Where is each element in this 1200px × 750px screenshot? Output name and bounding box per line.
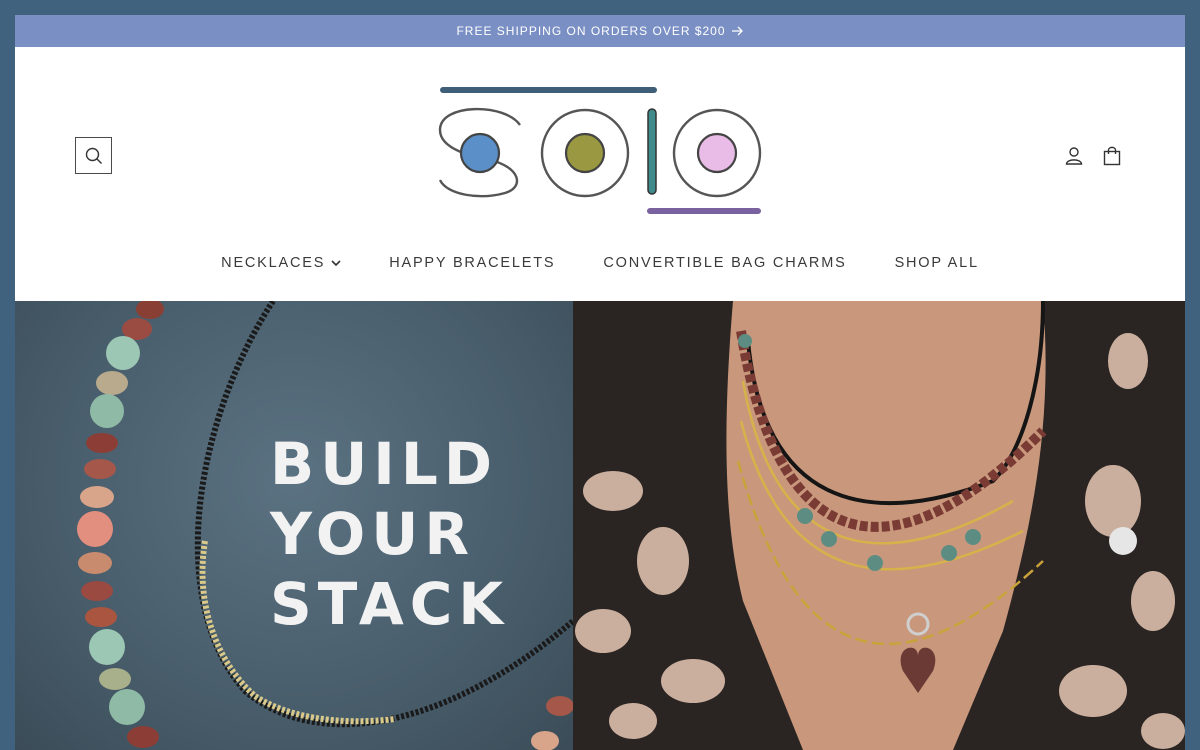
nav-item-label: NECKLACES	[221, 255, 326, 271]
cart-button[interactable]	[1101, 145, 1123, 167]
announcement-link[interactable]: FREE SHIPPING ON ORDERS OVER $200	[456, 24, 743, 38]
nav-item-convertible-bag-charms[interactable]: CONVERTIBLE BAG CHARMS	[579, 255, 870, 271]
bag-icon	[1103, 146, 1121, 166]
solo-logo	[438, 87, 762, 214]
site-header: NECKLACES HAPPY BRACELETS CONVERTIBLE BA…	[15, 47, 1185, 301]
nav-item-happy-bracelets[interactable]: HAPPY BRACELETS	[365, 255, 579, 271]
chevron-down-icon	[331, 259, 341, 266]
nav-item-label: HAPPY BRACELETS	[389, 255, 556, 271]
hero-banner[interactable]: BUILD YOUR STACK	[15, 301, 1185, 750]
site-logo[interactable]	[435, 85, 765, 225]
nav-item-shop-all[interactable]: SHOP ALL	[871, 255, 1003, 271]
nav-item-label: CONVERTIBLE BAG CHARMS	[603, 255, 847, 271]
header-icons	[1063, 145, 1123, 167]
hero-image-left: BUILD YOUR STACK	[15, 301, 573, 750]
hero-image-right	[573, 301, 1185, 750]
nav-item-label: SHOP ALL	[894, 255, 979, 271]
announcement-text: FREE SHIPPING ON ORDERS OVER $200	[456, 24, 726, 38]
headline-line: STACK	[270, 570, 510, 638]
arrow-right-icon	[731, 26, 743, 36]
account-button[interactable]	[1063, 145, 1085, 167]
announcement-bar: FREE SHIPPING ON ORDERS OVER $200	[15, 15, 1185, 47]
search-icon	[85, 147, 102, 164]
search-button[interactable]	[75, 137, 112, 174]
headline-line: YOUR	[270, 500, 475, 568]
user-icon	[1065, 147, 1083, 165]
model-photo-illustration	[573, 301, 1185, 750]
main-nav: NECKLACES HAPPY BRACELETS CONVERTIBLE BA…	[15, 255, 1185, 271]
hero-headline: BUILD YOUR STACK	[270, 429, 509, 639]
headline-line: BUILD	[270, 430, 498, 498]
nav-item-necklaces[interactable]: NECKLACES	[197, 255, 365, 271]
page-frame: FREE SHIPPING ON ORDERS OVER $200 NECKLA…	[15, 15, 1185, 750]
